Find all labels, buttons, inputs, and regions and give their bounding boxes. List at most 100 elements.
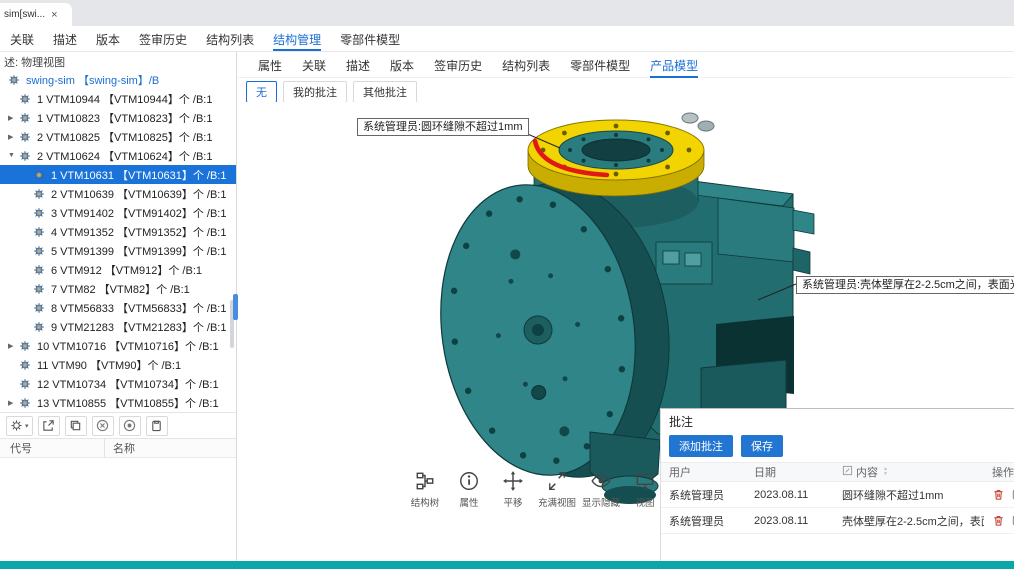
add-annotation-button[interactable]: 添加批注 xyxy=(669,435,733,457)
chevron-right-icon[interactable]: ▶ xyxy=(8,133,19,141)
tree-item-label: 1 VTM10823 【VTM10823】个 /B:1 xyxy=(37,110,212,126)
clipboard-icon[interactable] xyxy=(146,416,168,436)
tree-row[interactable]: 4 VTM91352 【VTM91352】个 /B:1 xyxy=(0,222,236,241)
fit-icon xyxy=(546,470,568,492)
tree-row[interactable]: ▼2 VTM10624 【VTM10624】个 /B:1 xyxy=(0,146,236,165)
menu-item-5[interactable]: 结构列表 xyxy=(206,27,254,51)
viewer-tool-label: 显示隐藏 xyxy=(582,495,620,509)
save-annotation-button[interactable]: 保存 xyxy=(741,435,783,457)
content-tab-2[interactable]: 关联 xyxy=(302,52,326,78)
tree-item-label: 2 VTM10825 【VTM10825】个 /B:1 xyxy=(37,129,212,145)
tree-item-label: swing-sim 【swing-sim】/B xyxy=(26,72,159,88)
menu-item-7[interactable]: 零部件模型 xyxy=(340,27,400,51)
tree-item-label: 12 VTM10734 【VTM10734】个 /B:1 xyxy=(37,376,219,392)
tree-row[interactable]: 11 VTM90 【VTM90】个 /B:1 xyxy=(0,355,236,374)
annotation-row: 系统管理员2023.08.11壳体壁厚在2-2.5cm之间，表面光滑无磨痕 xyxy=(661,508,1014,534)
annotation-panel-title: 批注 xyxy=(661,409,1014,432)
menu-item-6[interactable]: 结构管理 xyxy=(273,27,321,51)
filter-buttons: 无我的批注其他批注 xyxy=(238,80,1014,104)
copy-icon[interactable] xyxy=(65,416,87,436)
component-icon xyxy=(19,93,34,105)
content-tab-1[interactable]: 属性 xyxy=(258,52,282,78)
tree-row[interactable]: 2 VTM10639 【VTM10639】个 /B:1 xyxy=(0,184,236,203)
component-icon xyxy=(33,169,48,181)
export-icon[interactable] xyxy=(38,416,60,436)
tree-row[interactable]: 7 VTM82 【VTM82】个 /B:1 xyxy=(0,279,236,298)
component-icon xyxy=(19,150,34,162)
viewer-tool-label: 充满视图 xyxy=(538,495,576,509)
tree-row[interactable]: ▶ 1 VTM10823 【VTM10823】个 /B:1 xyxy=(0,108,236,127)
app-window: sim[swi... × 关联描述版本签审历史结构列表结构管理零部件模型 述: … xyxy=(0,0,1014,569)
component-icon xyxy=(19,397,34,409)
tree-row[interactable]: ▶ 13 VTM10855 【VTM10855】个 /B:1 xyxy=(0,393,236,412)
tree-item-label: 7 VTM82 【VTM82】个 /B:1 xyxy=(51,281,190,297)
tree-row[interactable]: 6 VTM912 【VTM912】个 /B:1 xyxy=(0,260,236,279)
component-icon xyxy=(19,378,34,390)
menu-item-2[interactable]: 描述 xyxy=(53,27,77,51)
component-icon xyxy=(33,264,48,276)
viewer-tool-info[interactable]: 属性 xyxy=(447,470,491,509)
component-icon xyxy=(33,321,48,333)
delete-icon[interactable] xyxy=(992,514,1005,527)
header-user: 用户 xyxy=(661,464,746,480)
viewer-tool-fit[interactable]: 充满视图 xyxy=(535,470,579,509)
content-tab-5[interactable]: 签审历史 xyxy=(434,52,482,78)
viewer-tool-label: 平移 xyxy=(503,495,522,509)
panel-divider-handle[interactable] xyxy=(233,294,238,320)
viewer-tool-eye[interactable]: 显示隐藏 xyxy=(579,470,623,509)
tree-item-label: 2 VTM10639 【VTM10639】个 /B:1 xyxy=(51,186,226,202)
component-icon xyxy=(19,131,34,143)
chevron-right-icon[interactable]: ▶ xyxy=(8,399,19,407)
menu-item-1[interactable]: 关联 xyxy=(10,27,34,51)
tree-row[interactable]: 9 VTM21283 【VTM21283】个 /B:1 xyxy=(0,317,236,336)
sidebar-toolbar: ▾ xyxy=(0,412,236,439)
content-tab-8[interactable]: 产品模型 xyxy=(650,52,698,78)
chevron-right-icon[interactable]: ▶ xyxy=(8,114,19,122)
tree-row[interactable]: ▶ 2 VTM10825 【VTM10825】个 /B:1 xyxy=(0,127,236,146)
tree-item-label: 9 VTM21283 【VTM21283】个 /B:1 xyxy=(51,319,226,335)
chevron-right-icon[interactable]: ▶ xyxy=(8,342,19,350)
menu-item-4[interactable]: 签审历史 xyxy=(139,27,187,51)
content-tab-6[interactable]: 结构列表 xyxy=(502,52,550,78)
tree-row[interactable]: swing-sim 【swing-sim】/B xyxy=(0,70,236,89)
menu-item-3[interactable]: 版本 xyxy=(96,27,120,51)
delete-icon[interactable] xyxy=(992,488,1005,501)
browser-tab[interactable]: sim[swi... × xyxy=(0,3,72,26)
tab-close-icon[interactable]: × xyxy=(51,9,57,21)
tree-row[interactable]: 12 VTM10734 【VTM10734】个 /B:1 xyxy=(0,374,236,393)
content-tab-4[interactable]: 版本 xyxy=(390,52,414,78)
content-tab-7[interactable]: 零部件模型 xyxy=(570,52,630,78)
tree-row[interactable]: 3 VTM91402 【VTM91402】个 /B:1 xyxy=(0,203,236,222)
tree-item-label: 13 VTM10855 【VTM10855】个 /B:1 xyxy=(37,395,219,411)
content-tab-3[interactable]: 描述 xyxy=(346,52,370,78)
content-edit-icon xyxy=(842,465,853,479)
gear-dropdown-icon[interactable]: ▾ xyxy=(6,416,33,436)
component-icon xyxy=(33,226,48,238)
viewer-tool-move[interactable]: 平移 xyxy=(491,470,535,509)
chevron-down-icon[interactable]: ▼ xyxy=(8,152,19,159)
tree-row[interactable]: 1 VTM10631 【VTM10631】个 /B:1 xyxy=(0,165,236,184)
tree-row[interactable]: 5 VTM91399 【VTM91399】个 /B:1 xyxy=(0,241,236,260)
sort-icons[interactable]: ▲▼ xyxy=(883,467,888,477)
browser-tab-title: sim[swi... xyxy=(4,9,45,20)
component-icon xyxy=(19,340,34,352)
filter-button-3[interactable]: 其他批注 xyxy=(353,81,417,103)
component-icon xyxy=(33,283,48,295)
filter-button-2[interactable]: 我的批注 xyxy=(283,81,347,103)
tree-row[interactable]: 8 VTM56833 【VTM56833】个 /B:1 xyxy=(0,298,236,317)
scope-icon[interactable] xyxy=(119,416,141,436)
info-icon xyxy=(458,470,480,492)
annotation-content: 圆环缝隙不超过1mm xyxy=(834,487,984,503)
annotation-actions xyxy=(984,514,1014,527)
view-icon xyxy=(634,470,656,492)
tree-row[interactable]: ▶10 VTM10716 【VTM10716】个 /B:1 xyxy=(0,336,236,355)
annotation-panel: 批注 添加批注 保存 用户 日期 内容 ▲▼ 操作 系统管理员2023.08.1… xyxy=(660,408,1014,569)
structure-tree: swing-sim 【swing-sim】/B1 VTM10944 【VTM10… xyxy=(0,70,236,412)
tree-row[interactable]: 1 VTM10944 【VTM10944】个 /B:1 xyxy=(0,89,236,108)
filter-button-1[interactable]: 无 xyxy=(246,81,277,103)
close-circle-icon[interactable] xyxy=(92,416,114,436)
viewer-tool-tree[interactable]: 结构树 xyxy=(403,470,447,509)
annotation-content: 壳体壁厚在2-2.5cm之间，表面光滑无磨痕 xyxy=(834,513,984,529)
tree-item-label: 5 VTM91399 【VTM91399】个 /B:1 xyxy=(51,243,226,259)
header-content[interactable]: 内容 ▲▼ xyxy=(834,464,984,480)
